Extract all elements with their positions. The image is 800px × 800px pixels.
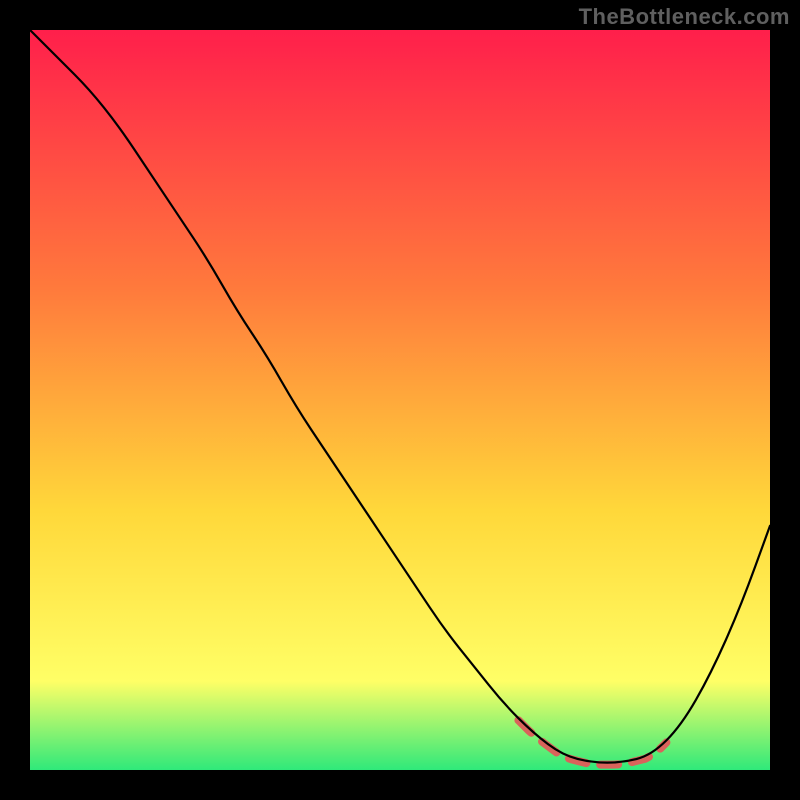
- watermark-text: TheBottleneck.com: [579, 4, 790, 30]
- chart-frame: TheBottleneck.com: [0, 0, 800, 800]
- plot-area: [30, 30, 770, 770]
- gradient-background: [30, 30, 770, 770]
- chart-svg: [30, 30, 770, 770]
